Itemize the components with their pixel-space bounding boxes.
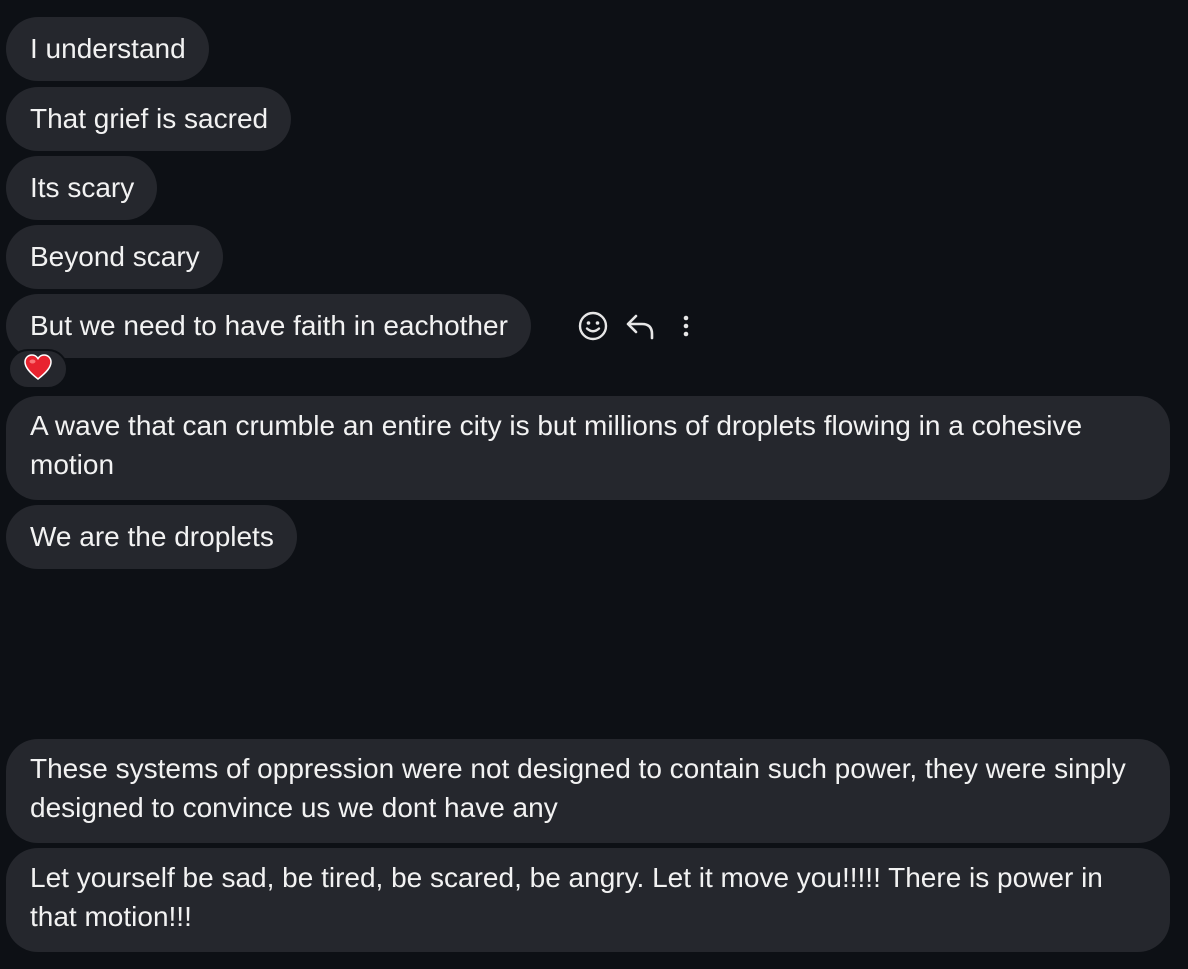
message-bubble[interactable]: We are the droplets <box>6 505 297 569</box>
reaction-badge[interactable] <box>8 349 68 389</box>
heart-icon <box>23 353 53 386</box>
message-bubble[interactable]: That grief is sacred <box>6 87 292 151</box>
message-text: I understand <box>30 33 186 64</box>
message-hover-actions <box>576 306 703 346</box>
message-bubble[interactable]: I understand <box>6 17 209 81</box>
vertical-ellipsis-icon <box>679 310 693 342</box>
message-text: Beyond scary <box>30 241 200 272</box>
message-bubble[interactable]: Let yourself be sad, be tired, be scared… <box>6 848 1170 952</box>
reply-button[interactable] <box>623 309 657 343</box>
smiley-icon <box>577 310 609 342</box>
message-text: We are the droplets <box>30 521 274 552</box>
message-bubble[interactable]: Its scary <box>6 156 158 220</box>
react-button[interactable] <box>576 309 610 343</box>
message-thread: I understand That grief is sacred Its sc… <box>0 0 1188 969</box>
message-text: Let yourself be sad, be tired, be scared… <box>30 862 1103 932</box>
message-bubble[interactable]: These systems of oppression were not des… <box>6 739 1170 843</box>
reply-arrow-icon <box>624 310 656 342</box>
message-text: A wave that can crumble an entire city i… <box>30 410 1083 480</box>
message-bubble[interactable]: Beyond scary <box>6 225 223 289</box>
message-bubble-hovered[interactable]: But we need to have faith in eachother <box>6 294 531 358</box>
message-text: Its scary <box>30 172 135 203</box>
more-options-button[interactable] <box>669 309 703 343</box>
message-bubble[interactable]: A wave that can crumble an entire city i… <box>6 396 1170 500</box>
message-text: That grief is sacred <box>30 103 269 134</box>
message-text: But we need to have faith in eachother <box>30 310 508 341</box>
message-text: These systems of oppression were not des… <box>30 753 1126 823</box>
